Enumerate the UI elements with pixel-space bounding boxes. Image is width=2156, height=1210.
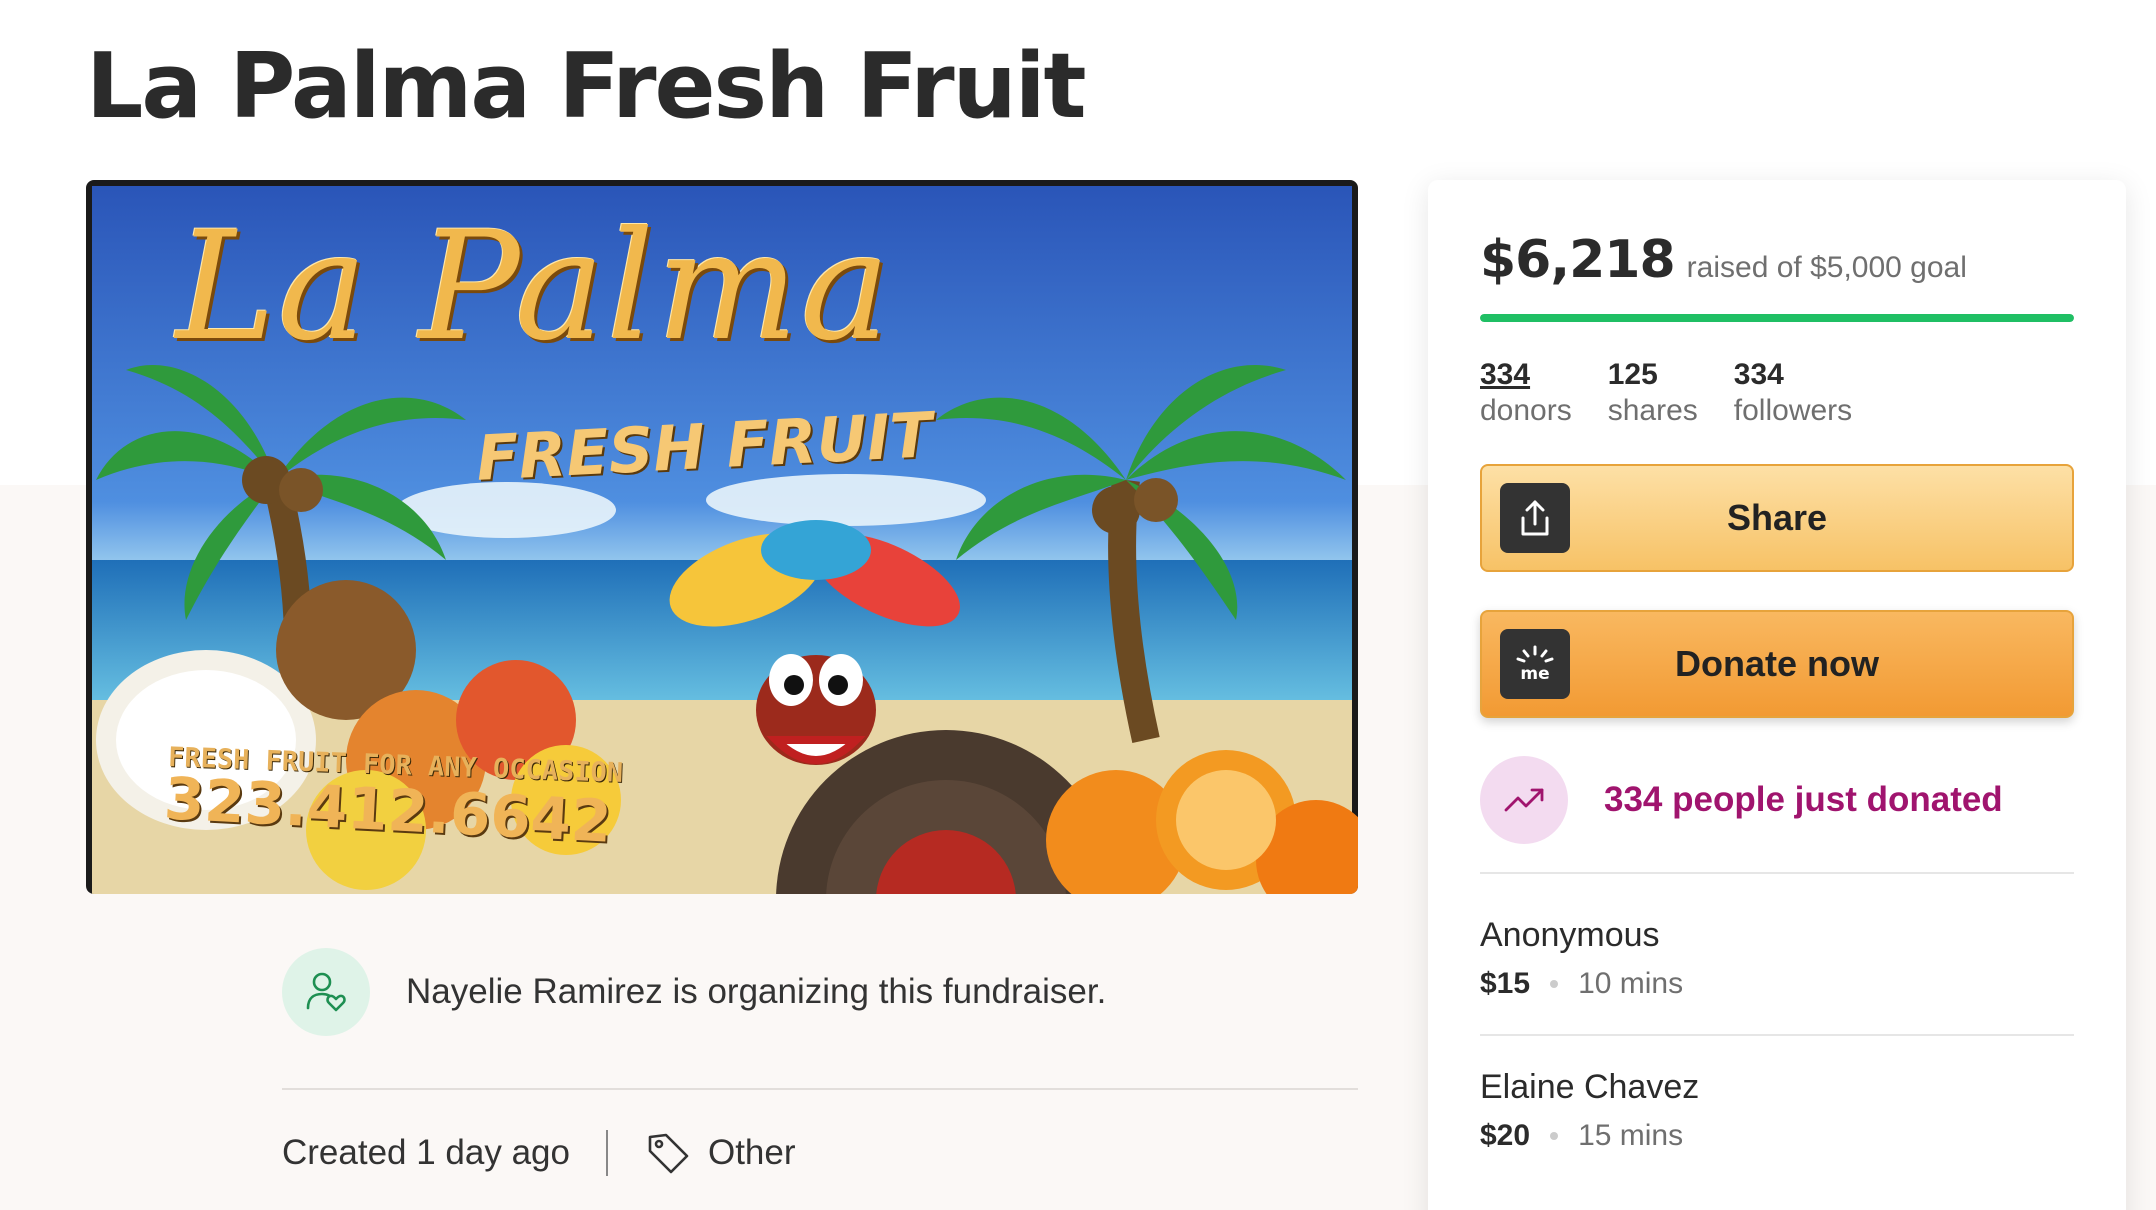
tag-icon xyxy=(644,1129,692,1177)
donor-amount: $20 xyxy=(1480,1119,1531,1152)
donate-button-label: Donate now xyxy=(1675,643,1879,684)
stat-number: 334 xyxy=(1480,358,1531,391)
page-title: La Palma Fresh Fruit xyxy=(86,34,1087,139)
just-donated-text: 334 people just donated xyxy=(1604,780,2003,819)
stat-number: 125 xyxy=(1607,358,1658,391)
dot-separator xyxy=(1550,980,1559,988)
goal-text: raised of $5,000 goal xyxy=(1686,251,1967,284)
donor-entry: Elaine Chavez $20 15 mins xyxy=(1480,1068,1699,1153)
donor-time: 10 mins xyxy=(1578,967,1684,1000)
stat-label: followers xyxy=(1733,394,1853,427)
donor-name: Anonymous xyxy=(1480,916,1660,954)
gofundme-me-icon: me xyxy=(1500,629,1570,699)
campaign-hero-image[interactable]: La Palma FRESH FRUIT FRESH FRUIT FOR ANY… xyxy=(86,180,1358,894)
created-date: Created 1 day ago xyxy=(282,1133,570,1172)
donation-card: $6,218 raised of $5,000 goal 334 donors … xyxy=(1428,180,2126,1210)
meta-separator xyxy=(605,1130,608,1176)
content-divider xyxy=(282,1088,1358,1090)
user-heart-icon xyxy=(282,948,370,1036)
share-button[interactable]: Share xyxy=(1480,464,2074,572)
donate-now-button[interactable]: me Donate now xyxy=(1480,610,2074,718)
organizer-row: Nayelie Ramirez is organizing this fundr… xyxy=(282,948,1358,1036)
stat-label: donors xyxy=(1480,394,1572,427)
donor-divider xyxy=(1480,872,2074,874)
progress-bar-fill xyxy=(1480,314,2074,322)
svg-text:me: me xyxy=(1520,664,1549,684)
dot-separator xyxy=(1550,1132,1559,1140)
raised-summary: $6,218 raised of $5,000 goal xyxy=(1480,230,1967,290)
stat-shares: 125 shares xyxy=(1608,358,1698,428)
share-upload-icon xyxy=(1500,483,1570,553)
stat-number: 334 xyxy=(1733,358,1784,391)
hero-sign-title: La Palma xyxy=(176,200,892,374)
stat-followers: 334 followers xyxy=(1734,358,1852,428)
category-link[interactable]: Other xyxy=(708,1133,796,1173)
progress-bar xyxy=(1480,314,2074,322)
donor-time: 15 mins xyxy=(1578,1119,1684,1152)
raised-amount: $6,218 xyxy=(1480,230,1676,290)
campaign-meta: Created 1 day ago Other xyxy=(282,1125,796,1181)
donor-divider xyxy=(1480,1034,2074,1036)
stat-label: shares xyxy=(1607,394,1698,427)
recent-donations-banner[interactable]: 334 people just donated xyxy=(1480,756,2003,844)
campaign-stats: 334 donors 125 shares 334 followers xyxy=(1480,358,1888,428)
donor-entry: Anonymous $15 10 mins xyxy=(1480,916,1683,1001)
organizer-text[interactable]: Nayelie Ramirez is organizing this fundr… xyxy=(406,972,1106,1012)
stat-donors[interactable]: 334 donors xyxy=(1480,358,1572,428)
trending-up-icon xyxy=(1480,756,1568,844)
donor-name: Elaine Chavez xyxy=(1480,1068,1700,1106)
share-button-label: Share xyxy=(1726,497,1828,538)
donor-amount: $15 xyxy=(1480,967,1531,1000)
